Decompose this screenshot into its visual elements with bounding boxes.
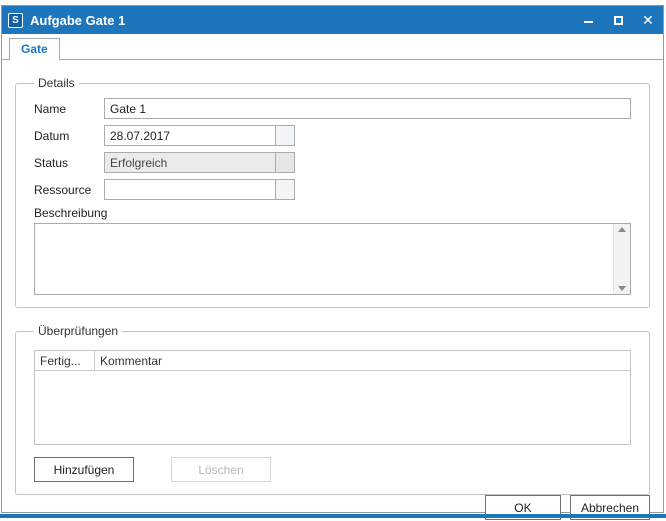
datum-combobox[interactable]: 28.07.2017 (104, 125, 295, 146)
column-header-fertig[interactable]: Fertig... (35, 351, 95, 370)
hinzufuegen-button[interactable]: Hinzufügen (34, 457, 134, 482)
status-dropdown-button (275, 153, 294, 172)
datum-value: 28.07.2017 (105, 126, 275, 145)
checks-legend: Überprüfungen (34, 324, 122, 338)
bottom-strip (0, 514, 666, 518)
window-controls: ✕ (573, 6, 663, 34)
tab-strip: Gate (2, 34, 663, 60)
status-combobox: Erfolgreich (104, 152, 295, 173)
app-icon-letter: S (12, 15, 19, 26)
beschreibung-scrollbar[interactable] (613, 224, 630, 294)
scroll-up-icon[interactable] (618, 227, 626, 232)
beschreibung-textarea[interactable] (34, 223, 631, 295)
ressource-dropdown-button[interactable] (275, 180, 294, 199)
name-label: Name (34, 102, 104, 116)
ressource-label: Ressource (34, 183, 104, 197)
details-groupbox: Details Name Gate 1 Datum 28.07.2017 Sta… (15, 76, 650, 308)
datum-dropdown-button[interactable] (275, 126, 294, 145)
tab-gate[interactable]: Gate (9, 38, 60, 61)
ressource-value (105, 180, 275, 199)
dialog-content: Details Name Gate 1 Datum 28.07.2017 Sta… (2, 60, 663, 495)
loeschen-button[interactable]: Löschen (171, 457, 271, 482)
scroll-down-icon[interactable] (618, 286, 626, 291)
name-row: Name Gate 1 (34, 98, 631, 119)
titlebar[interactable]: S Aufgabe Gate 1 ✕ (2, 6, 663, 34)
ressource-combobox[interactable] (104, 179, 295, 200)
close-button[interactable]: ✕ (633, 6, 663, 34)
ressource-row: Ressource (34, 179, 631, 200)
minimize-icon (584, 21, 593, 23)
name-value: Gate 1 (110, 102, 146, 116)
checks-groupbox: Überprüfungen Fertig... Kommentar Hinzuf… (15, 324, 650, 495)
app-icon: S (8, 13, 23, 28)
checks-buttons-row: Hinzufügen Löschen (34, 457, 631, 482)
column-header-kommentar[interactable]: Kommentar (95, 351, 630, 370)
status-label: Status (34, 156, 104, 170)
status-row: Status Erfolgreich (34, 152, 631, 173)
status-value: Erfolgreich (105, 153, 275, 172)
beschreibung-label: Beschreibung (34, 206, 631, 220)
checks-table-body (35, 371, 630, 445)
name-input[interactable]: Gate 1 (104, 98, 631, 119)
window-title: Aufgabe Gate 1 (30, 13, 573, 28)
checks-table-header: Fertig... Kommentar (35, 351, 630, 371)
maximize-button[interactable] (603, 6, 633, 34)
details-legend: Details (34, 76, 79, 90)
datum-row: Datum 28.07.2017 (34, 125, 631, 146)
close-icon: ✕ (642, 13, 654, 27)
minimize-button[interactable] (573, 6, 603, 34)
checks-table: Fertig... Kommentar (34, 350, 631, 445)
datum-label: Datum (34, 129, 104, 143)
maximize-icon (614, 16, 623, 25)
dialog-window: S Aufgabe Gate 1 ✕ Gate Details Name (1, 5, 664, 513)
